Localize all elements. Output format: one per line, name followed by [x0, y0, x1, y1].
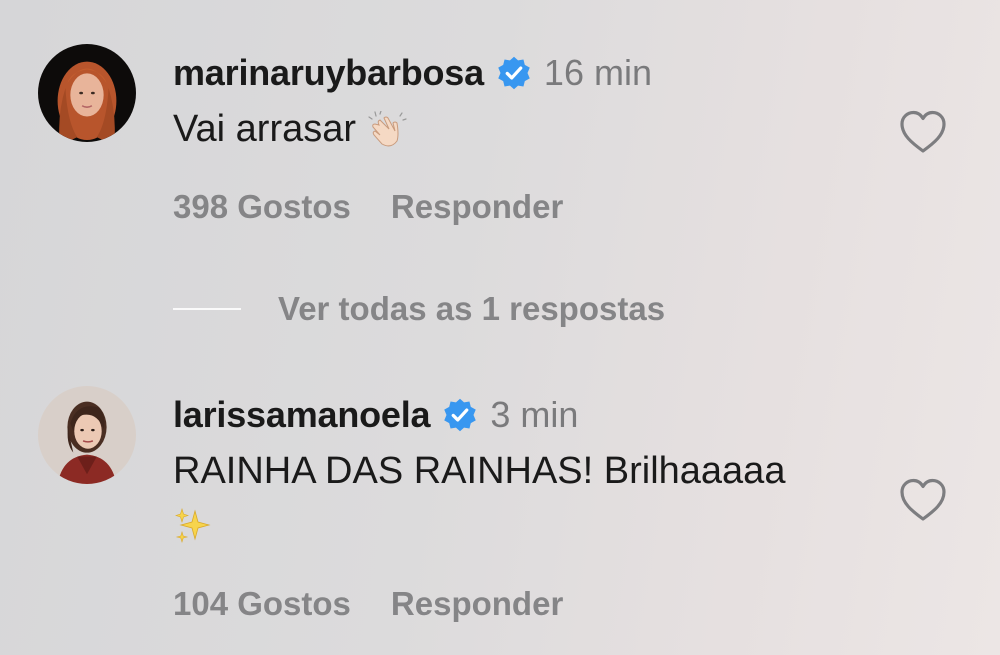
comment-time: 16 min — [543, 52, 652, 93]
comment-text-emoji-line — [173, 498, 213, 548]
verified-badge-icon — [442, 397, 478, 433]
verified-badge-icon — [496, 55, 532, 91]
clapping-hands-emoji — [367, 110, 407, 151]
reply-button[interactable]: Responder — [391, 188, 563, 226]
like-heart-icon[interactable] — [898, 477, 948, 523]
view-replies[interactable]: Ver todas as 1 respostas — [173, 290, 665, 328]
avatar-image — [38, 44, 136, 142]
view-replies-link[interactable]: Ver todas as 1 respostas — [278, 290, 665, 328]
comment-header: larissamanoela 3 min — [173, 394, 578, 436]
comment-text-content: RAINHA DAS RAINHAS! Brilhaaaaa — [173, 450, 786, 492]
comment-text: Vai arrasar — [173, 104, 407, 154]
replies-divider — [173, 308, 241, 310]
comment-actions: 398 Gostos Responder — [173, 188, 563, 226]
avatar[interactable] — [38, 44, 136, 142]
username[interactable]: larissamanoela — [173, 394, 431, 436]
avatar[interactable] — [38, 386, 136, 484]
comment-header: marinaruybarbosa 16 min — [173, 52, 652, 94]
comment-text: RAINHA DAS RAINHAS! Brilhaaaaa — [173, 446, 785, 496]
like-heart-icon[interactable] — [898, 109, 948, 155]
username[interactable]: marinaruybarbosa — [173, 52, 484, 94]
reply-button[interactable]: Responder — [391, 585, 563, 623]
likes-count[interactable]: 398 Gostos — [173, 188, 351, 226]
sparkles-emoji — [173, 505, 213, 545]
comment-time: 3 min — [490, 394, 579, 435]
avatar-image — [38, 386, 136, 484]
comment-text-content: Vai arrasar — [173, 108, 357, 150]
comment-actions: 104 Gostos Responder — [173, 585, 563, 623]
likes-count[interactable]: 104 Gostos — [173, 585, 351, 623]
